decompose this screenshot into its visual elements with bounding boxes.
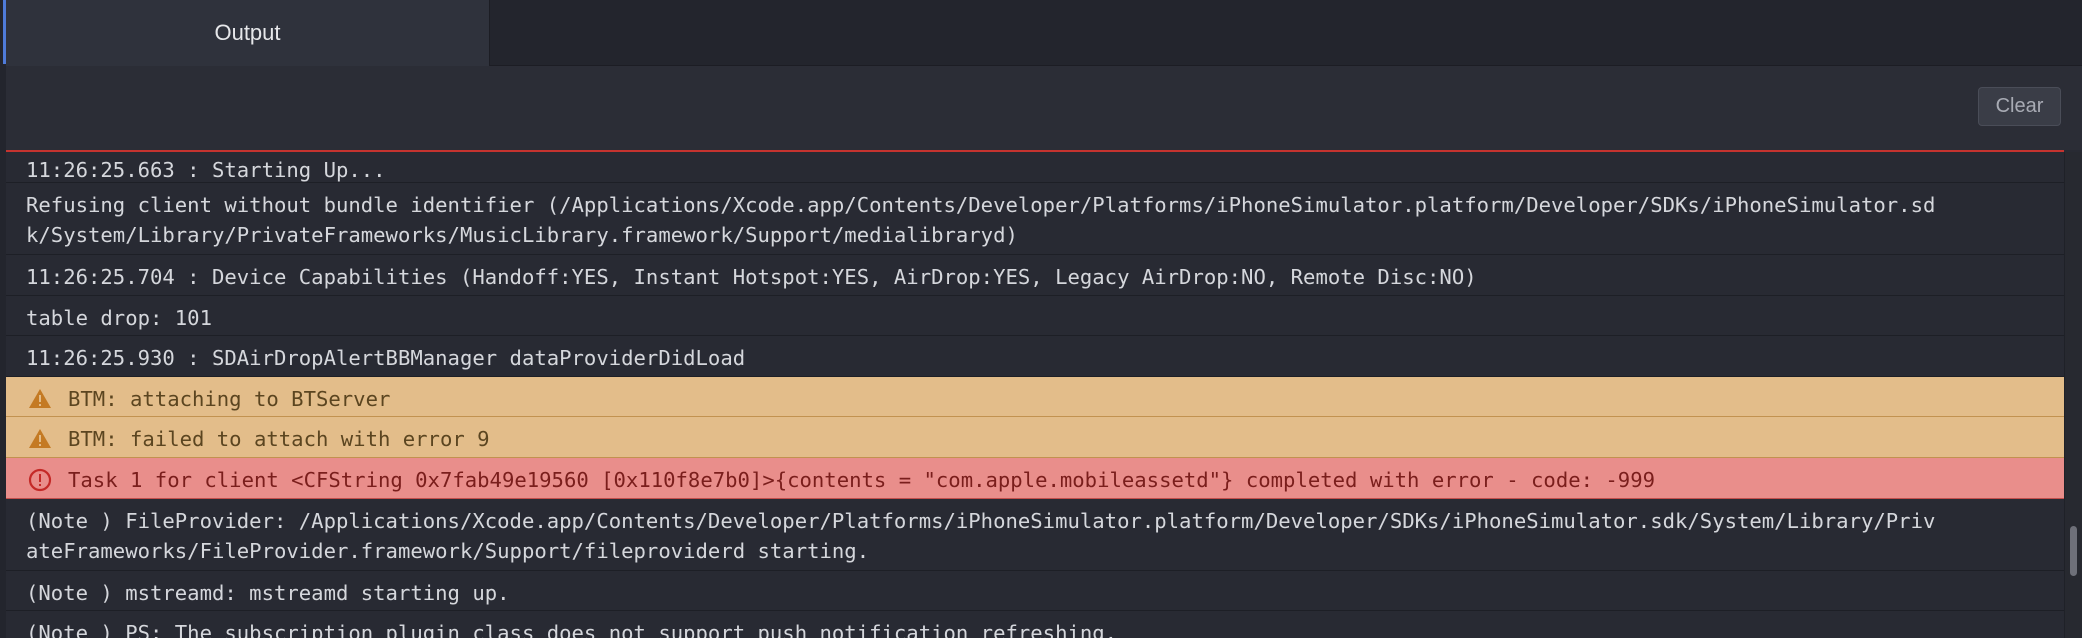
tab-output[interactable]: Output (6, 0, 490, 66)
log-text: Refusing client without bundle identifie… (26, 193, 1936, 217)
output-panel: Output Clear 11:26:25.663 : Starting Up.… (0, 0, 2082, 638)
log-text: (Note ) mstreamd: mstreamd starting up. (26, 581, 510, 605)
log-row: Refusing client without bundle identifie… (6, 183, 2064, 255)
left-accent-bar (0, 0, 6, 638)
log-text: 11:26:25.930 : SDAirDropAlertBBManager d… (26, 346, 746, 370)
log-row: 11:26:25.663 : Starting Up... (6, 152, 2064, 183)
log-scrollbar[interactable] (2064, 152, 2082, 638)
log-text: k/System/Library/PrivateFrameworks/Music… (26, 223, 1018, 247)
clear-button[interactable]: Clear (1978, 87, 2061, 126)
log-text: table drop: 101 (26, 306, 212, 330)
log-text: 11:26:25.663 : Starting Up... (26, 158, 386, 182)
log-row: (Note ) PS: The subscription plugin clas… (6, 611, 2064, 638)
log-row-error: Task 1 for client <CFString 0x7fab49e195… (6, 458, 2064, 499)
log-text: (Note ) PS: The subscription plugin clas… (26, 621, 1118, 638)
log-row-warning: BTM: attaching to BTServer (6, 377, 2064, 417)
log-text: 11:26:25.704 : Device Capabilities (Hand… (26, 265, 1477, 289)
log-text: ateFrameworks/FileProvider.framework/Sup… (26, 539, 870, 563)
log-row: (Note ) mstreamd: mstreamd starting up. (6, 571, 2064, 611)
log-list[interactable]: 11:26:25.663 : Starting Up... Refusing c… (6, 152, 2064, 638)
log-row: 11:26:25.930 : SDAirDropAlertBBManager d… (6, 336, 2064, 377)
log-text: (Note ) FileProvider: /Applications/Xcod… (26, 509, 1936, 533)
tab-bar: Output (0, 0, 2082, 66)
output-toolbar: Clear (6, 66, 2082, 150)
warning-icon (29, 429, 51, 448)
error-icon (28, 468, 52, 492)
warning-icon (29, 389, 51, 408)
log-row-warning: BTM: failed to attach with error 9 (6, 417, 2064, 458)
log-text: Task 1 for client <CFString 0x7fab49e195… (68, 468, 1656, 492)
log-row: table drop: 101 (6, 296, 2064, 336)
scrollbar-thumb[interactable] (2070, 526, 2077, 576)
log-text: BTM: attaching to BTServer (68, 387, 391, 411)
log-row: 11:26:25.704 : Device Capabilities (Hand… (6, 255, 2064, 296)
log-row: (Note ) FileProvider: /Applications/Xcod… (6, 499, 2064, 571)
active-tab-indicator (3, 0, 6, 64)
log-text: BTM: failed to attach with error 9 (68, 427, 490, 451)
